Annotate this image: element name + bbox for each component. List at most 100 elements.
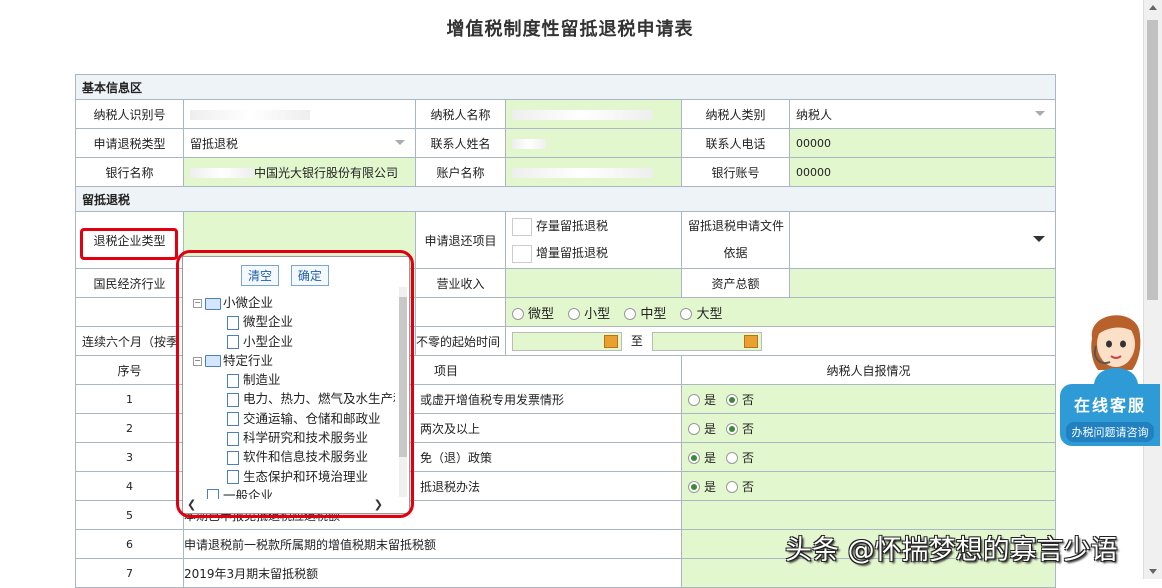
highlight-box (80, 228, 178, 260)
service-panel[interactable]: 在线客服 办税问题请咨询 (1060, 384, 1160, 446)
scale-large[interactable]: 大型 (680, 307, 722, 322)
refund-type-value: 留抵退税 (190, 136, 239, 151)
chevron-down-icon (1033, 236, 1046, 242)
basis-label-line2: 依据 (723, 246, 748, 260)
page-scrollbar[interactable] (1143, 0, 1162, 579)
account-name-label: 账户名称 (415, 157, 506, 187)
scroll-up-icon[interactable] (1149, 5, 1157, 10)
radio[interactable] (688, 423, 700, 435)
service-title: 在线客服 (1073, 396, 1146, 415)
taxpayer-type-label: 纳税人类别 (681, 99, 790, 129)
bank-account-label: 银行账号 (681, 157, 790, 187)
taxpayer-name-field[interactable] (505, 99, 682, 129)
scale-micro[interactable]: 微型 (512, 307, 554, 322)
yes-label: 是 (704, 421, 717, 436)
row-answer: 是否 (680, 413, 1057, 443)
start-date-input[interactable] (512, 331, 622, 351)
radio[interactable] (624, 308, 637, 320)
yes-option[interactable]: 是 (688, 480, 716, 494)
radio[interactable] (688, 394, 700, 406)
row-seq: 3 (75, 442, 184, 472)
dropdown-highlight (176, 250, 414, 518)
row-answer[interactable] (680, 500, 1057, 530)
service-subtitle: 办税问题请咨询 (1066, 422, 1154, 442)
scale-small-label: 小型 (584, 306, 611, 322)
yes-option[interactable]: 是 (688, 422, 716, 436)
scale-radio-group: 微型 小型 中型 大型 (504, 297, 1057, 327)
col-self-header: 纳税人自报情况 (680, 355, 1057, 385)
radio[interactable] (680, 308, 693, 320)
scale-medium[interactable]: 中型 (624, 307, 666, 322)
agent-avatar-icon (1091, 315, 1141, 384)
chevron-down-icon (1035, 111, 1046, 116)
account-name-field[interactable] (505, 157, 682, 187)
chevron-down-icon (395, 140, 405, 145)
row-answer: 是否 (680, 442, 1057, 472)
bank-account-field[interactable]: 00000 (788, 157, 1057, 187)
scale-label (75, 297, 184, 327)
watermark: 头条 @怀揣梦想的寡言少语 (785, 535, 1118, 566)
row-seq: 7 (75, 558, 184, 588)
page-title: 增值税制度性留抵退税申请表 (446, 19, 694, 40)
start-time-label: 不零的起始时间 (415, 326, 506, 356)
col-seq-header: 序号 (75, 355, 184, 385)
radio[interactable] (688, 481, 700, 493)
no-option[interactable]: 否 (726, 422, 754, 436)
bank-name-label: 银行名称 (75, 157, 184, 187)
taxpayer-name-label: 纳税人名称 (415, 99, 506, 129)
row-seq: 1 (75, 384, 184, 414)
no-label: 否 (742, 450, 755, 465)
taxpayer-type-select[interactable]: 纳税人 (788, 99, 1057, 129)
yes-label: 是 (704, 479, 717, 494)
no-label: 否 (742, 479, 755, 494)
radio[interactable] (726, 452, 739, 464)
bank-name-value: 中国光大银行股份有限公司 (254, 165, 399, 180)
scroll-thumb[interactable] (1147, 20, 1158, 300)
taxpayer-id-label: 纳税人识别号 (75, 99, 184, 129)
refund-item-options: 存量留抵退税 增量留抵退税 (505, 211, 682, 269)
basis-label-line1: 留抵退税申请文件 (688, 219, 785, 233)
row-item: 2019年3月期末留抵税额 (183, 558, 682, 588)
contact-phone-field[interactable]: 00000 (788, 128, 1057, 158)
opt-stock[interactable]: 存量留抵退税 (512, 213, 675, 240)
taxpayer-id-field[interactable] (183, 99, 416, 129)
yes-option[interactable]: 是 (688, 451, 716, 465)
checkbox[interactable] (512, 244, 532, 263)
opt-increment-label: 增量留抵退税 (536, 246, 609, 260)
assets-field[interactable] (788, 268, 1057, 298)
radio[interactable] (688, 452, 700, 464)
row-seq: 6 (75, 529, 184, 559)
basis-select[interactable] (788, 211, 1057, 269)
radio[interactable] (726, 394, 739, 406)
no-option[interactable]: 否 (726, 480, 754, 494)
row-answer: 是否 (680, 471, 1057, 501)
radio[interactable] (568, 308, 581, 320)
industry-label: 国民经济行业 (75, 268, 184, 298)
yes-label: 是 (704, 392, 717, 407)
radio[interactable] (512, 308, 524, 320)
retain-refund-section: 留抵退税 (74, 186, 1057, 212)
refund-item-label: 申请退还项目 (415, 211, 506, 269)
bank-name-field[interactable]: 中国光大银行股份有限公司 (183, 157, 416, 187)
scale-medium-label: 中型 (640, 306, 667, 322)
radio[interactable] (726, 423, 739, 435)
contact-name-field[interactable] (505, 128, 682, 158)
scale-small[interactable]: 小型 (568, 307, 610, 322)
checkbox[interactable] (512, 217, 532, 236)
scroll-down-icon[interactable] (1149, 569, 1157, 574)
calendar-icon[interactable] (604, 334, 618, 348)
row-seq: 5 (75, 500, 184, 530)
no-option[interactable]: 否 (726, 451, 754, 465)
opt-increment[interactable]: 增量留抵退税 (512, 240, 675, 267)
radio[interactable] (726, 481, 739, 493)
assets-label: 资产总额 (681, 268, 790, 298)
row-seq: 2 (75, 413, 184, 443)
revenue-field[interactable] (505, 268, 682, 298)
end-date-input[interactable] (651, 331, 762, 351)
calendar-icon[interactable] (743, 334, 758, 348)
online-service-widget[interactable]: 在线客服 办税问题请咨询 (1060, 300, 1160, 460)
refund-type-select[interactable]: 留抵退税 (183, 128, 416, 158)
scale-micro-label: 微型 (528, 306, 555, 322)
yes-option[interactable]: 是 (688, 393, 716, 407)
no-option[interactable]: 否 (726, 393, 754, 407)
